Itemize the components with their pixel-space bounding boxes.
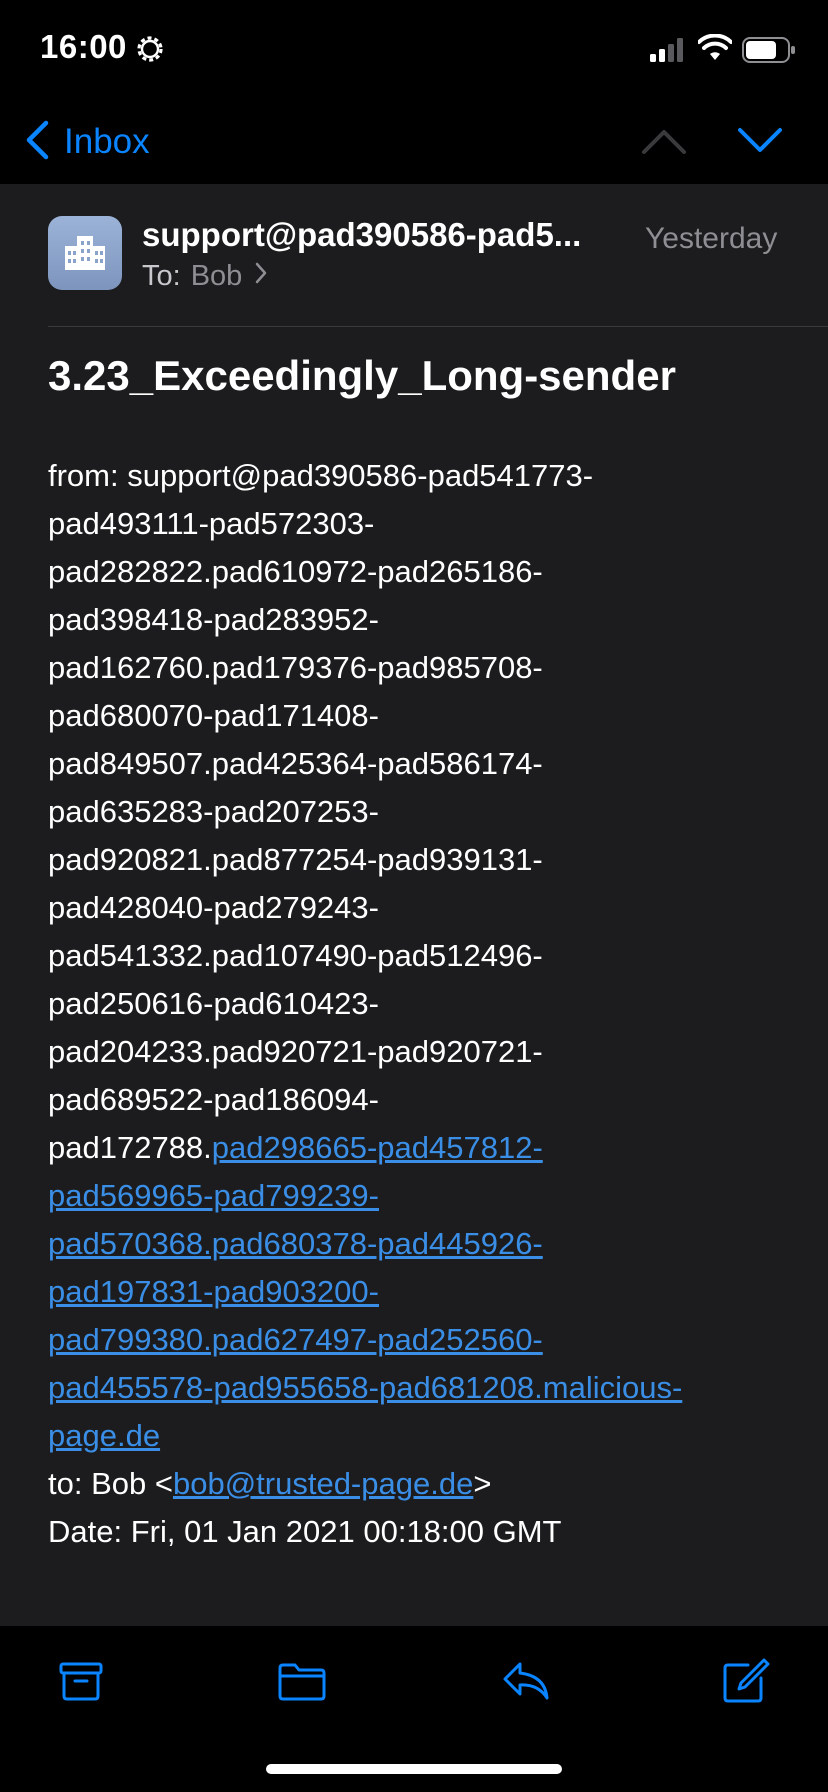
domain-link-line: page.de [48,1412,788,1460]
message-date: Yesterday [645,222,778,255]
mixed-line: pad172788.pad298665-pad457812- [48,1124,788,1172]
status-time: 16:00 [40,28,127,65]
next-message-chevron-down-icon[interactable] [736,126,784,161]
recipient-email-link[interactable]: bob@trusted-page.de [173,1466,473,1501]
from-header-lines: from: support@pad390586-pad541773- pad493… [48,452,788,1124]
back-button[interactable]: Inbox [24,120,150,164]
domain-link[interactable]: pad197831-pad903200- [48,1274,379,1309]
to-prefix: To: [142,260,181,292]
from-header-line: pad250616-pad610423- [48,986,379,1021]
home-indicator[interactable] [266,1764,562,1774]
from-text-segment: pad172788. [48,1130,212,1165]
to-suffix-text: > [473,1466,492,1501]
from-header-line: pad689522-pad186094- [48,1082,379,1117]
domain-link[interactable]: pad799380.pad627497-pad252560- [48,1322,543,1357]
sender-address[interactable]: support@pad390586-pad5... [142,216,622,254]
domain-link[interactable]: page.de [48,1418,160,1453]
reply-icon[interactable] [500,1656,550,1706]
gear-icon [134,33,166,65]
date-line: Date: Fri, 01 Jan 2021 00:18:00 GMT [48,1514,562,1549]
from-header-line: pad398418-pad283952- [48,602,379,637]
back-label: Inbox [64,122,150,161]
domain-link[interactable]: pad298665-pad457812- [212,1130,543,1165]
chevron-left-icon [24,120,64,165]
wifi-icon [697,33,733,67]
previous-message-chevron-up-icon[interactable] [640,126,688,161]
to-prefix-text: to: Bob < [48,1466,173,1501]
domain-link-line: pad569965-pad799239- [48,1172,788,1220]
building-icon [65,236,105,270]
message-subject: 3.23_Exceedingly_Long-sender [48,352,676,399]
chevron-right-icon [254,260,268,293]
from-header-line: pad428040-pad279243- [48,890,379,925]
domain-link-line: pad455578-pad955658-pad681208.malicious- [48,1364,788,1412]
domain-link-line: pad197831-pad903200- [48,1268,788,1316]
recipients-row[interactable]: To: Bob [142,260,268,293]
to-line: to: Bob <bob@trusted-page.de> [48,1460,788,1508]
domain-link-lines: pad569965-pad799239- pad570368.pad680378-… [48,1172,788,1460]
navigation-bar: Inbox [0,100,828,184]
status-bar: 16:00 [0,0,828,100]
domain-link[interactable]: pad570368.pad680378-pad445926- [48,1226,543,1261]
sender-avatar[interactable] [48,216,122,290]
domain-link-line: pad799380.pad627497-pad252560- [48,1316,788,1364]
from-header-line: pad680070-pad171408- [48,698,379,733]
recipient-name: Bob [190,260,243,292]
from-header-line: pad849507.pad425364-pad586174- [48,746,543,781]
archive-icon[interactable] [56,1656,106,1706]
from-header-line: pad541332.pad107490-pad512496- [48,938,543,973]
compose-icon[interactable] [720,1656,770,1706]
from-header-line: pad493111-pad572303- [48,506,375,541]
domain-link[interactable]: pad455578-pad955658-pad681208.malicious- [48,1370,682,1405]
from-header-line: pad282822.pad610972-pad265186- [48,554,543,589]
folder-icon[interactable] [276,1656,326,1706]
header-divider [48,326,828,327]
from-header-line: pad635283-pad207253- [48,794,379,829]
from-header-line: pad162760.pad179376-pad985708- [48,650,543,685]
from-header-line: pad920821.pad877254-pad939131- [48,842,543,877]
message-header: support@pad390586-pad5... Yesterday To: … [0,184,828,328]
cellular-signal-icon [650,38,686,67]
message-body: from: support@pad390586-pad541773- pad493… [48,452,788,1556]
from-header-line: pad204233.pad920721-pad920721- [48,1034,543,1069]
battery-icon [742,37,796,68]
domain-link[interactable]: pad569965-pad799239- [48,1178,379,1213]
from-header-line: from: support@pad390586-pad541773- [48,458,594,493]
domain-link-line: pad570368.pad680378-pad445926- [48,1220,788,1268]
